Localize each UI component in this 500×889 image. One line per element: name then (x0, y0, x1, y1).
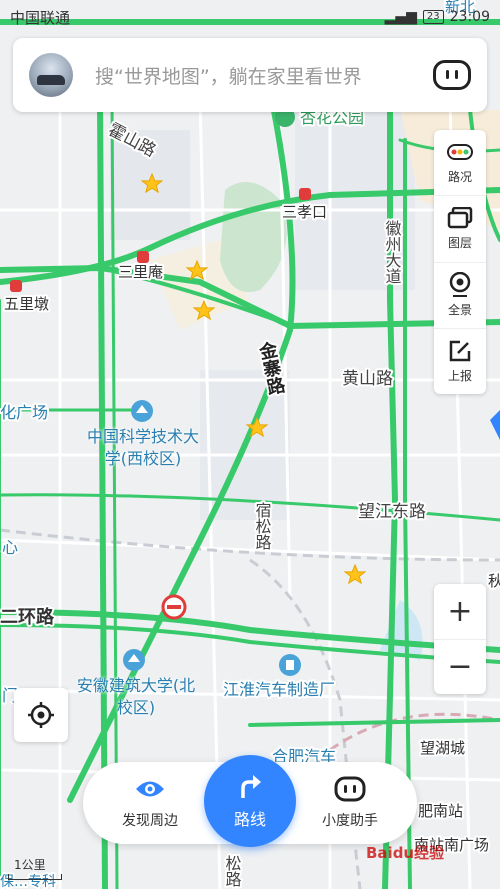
label-huangshan-rd: 黄山路 (342, 369, 393, 389)
label-sanxiaokou: 三孝口 (282, 203, 327, 221)
label-second-ring: 二环路 (0, 606, 55, 628)
battery-icon: 23 (422, 10, 444, 24)
label-jac-plant[interactable]: 江淮汽车制造厂 (221, 678, 337, 701)
label-wuliduan: 五里墩 (4, 295, 49, 313)
label-ahjzu-north[interactable]: 安徽建筑大学(北校区) (76, 675, 196, 719)
label-huizhou-ave: 徽州大道 (383, 220, 402, 284)
label-feinan-station: 肥南站 (418, 802, 463, 820)
label-susong-rd: 宿松路 (253, 502, 272, 550)
scale-label: 1公里 (14, 858, 46, 872)
route-label: 路线 (233, 810, 266, 829)
status-icons: ▂▄▆ 23 23:09 (385, 9, 490, 25)
label-ustc-west[interactable]: 中国科学技术大学(西校区) (80, 426, 206, 470)
carrier-name: 中国联通 (10, 8, 71, 27)
scale-line (8, 874, 62, 880)
assistant-label: 小度助手 (322, 813, 378, 829)
layers-label: 图层 (447, 236, 472, 251)
traffic-icon (447, 140, 473, 164)
panorama-icon (447, 271, 473, 297)
search-bar[interactable]: 搜“世界地图”，躺在家里看世界 (13, 38, 487, 112)
label-hua-square: 化广场 (0, 403, 48, 422)
map-tools-panel: 路况 图层 全景 上报 (434, 130, 486, 394)
locate-icon (28, 702, 54, 728)
watermark: Baidu经验 (366, 844, 445, 862)
route-button[interactable]: 路线 (204, 755, 296, 847)
label-xin: 心 (2, 538, 18, 557)
traffic-button[interactable]: 路况 (434, 130, 486, 197)
eye-icon (136, 781, 164, 797)
panorama-label: 全景 (447, 302, 472, 317)
status-bar: 中国联通 ▂▄▆ 23 23:09 (0, 0, 500, 34)
search-input[interactable]: 搜“世界地图”，躺在家里看世界 (95, 62, 433, 89)
discover-nearby-button[interactable]: 发现周边 (100, 776, 200, 830)
assistant-icon (334, 776, 366, 802)
clock: 23:09 (449, 9, 490, 25)
label-wangjiang-e-rd: 望江东路 (358, 502, 426, 522)
assistant-button[interactable]: 小度助手 (300, 776, 400, 830)
route-arrow-icon (241, 775, 261, 798)
zoom-in-button[interactable]: + (434, 584, 486, 640)
panorama-button[interactable]: 全景 (434, 263, 486, 329)
avatar[interactable] (29, 53, 73, 97)
label-susong-rd-2: 松路 (223, 855, 242, 887)
label-wanghucheng: 望湖城 (420, 739, 465, 757)
layers-icon (447, 206, 473, 230)
layers-button[interactable]: 图层 (434, 196, 486, 263)
traffic-label: 路况 (447, 170, 472, 185)
report-label: 上报 (447, 368, 472, 383)
report-button[interactable]: 上报 (434, 329, 486, 394)
scale-bar: 1公里 (8, 856, 62, 880)
label-qiu: 秋 (488, 572, 500, 590)
label-sanlian: 三里庵 (118, 263, 163, 281)
report-icon (447, 339, 473, 363)
zoom-out-button[interactable]: − (434, 640, 486, 695)
discover-label: 发现周边 (122, 813, 178, 829)
voice-assistant-icon[interactable] (433, 60, 471, 90)
zoom-control: + − (434, 584, 486, 694)
signal-icon: ▂▄▆ (384, 9, 417, 25)
locate-button[interactable] (14, 688, 68, 742)
